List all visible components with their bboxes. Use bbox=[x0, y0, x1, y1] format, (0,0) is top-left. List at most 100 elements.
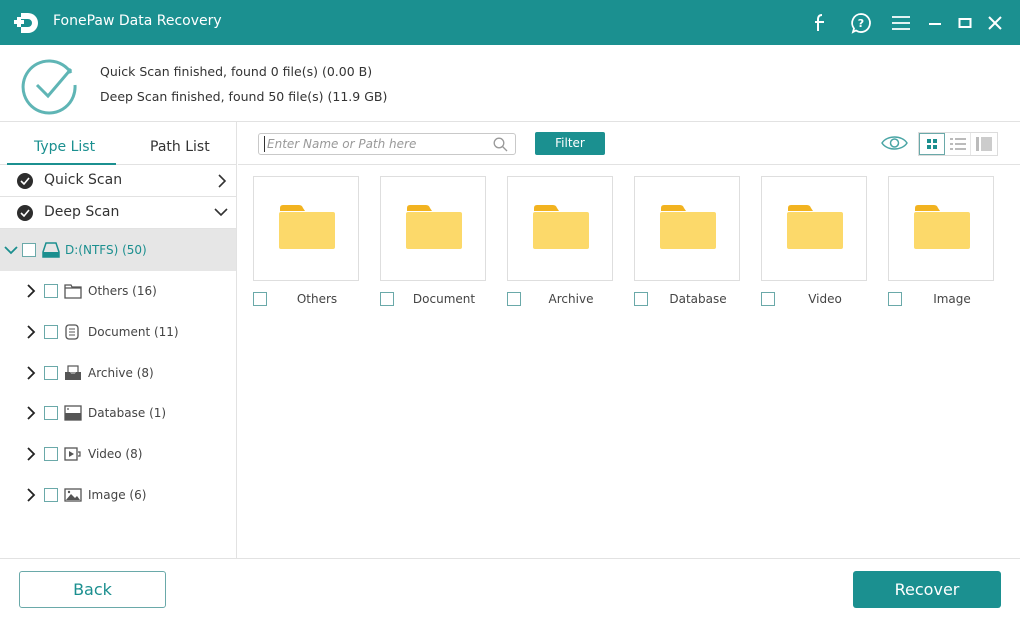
facebook-icon bbox=[815, 14, 824, 31]
svg-text:?: ? bbox=[858, 17, 864, 30]
search-icon[interactable] bbox=[493, 137, 508, 152]
minimize-button[interactable] bbox=[920, 8, 950, 38]
folder-thumbnail[interactable] bbox=[380, 176, 486, 281]
chevron-right-icon[interactable] bbox=[216, 174, 228, 188]
menu-button[interactable] bbox=[886, 8, 916, 38]
search-box[interactable] bbox=[258, 133, 516, 155]
tree-checkbox[interactable] bbox=[44, 406, 58, 421]
folder-thumbnail[interactable] bbox=[761, 176, 867, 281]
list-view-button[interactable] bbox=[945, 133, 972, 155]
chevron-down-icon[interactable] bbox=[4, 245, 18, 255]
detail-view-icon bbox=[976, 137, 992, 151]
minimize-icon bbox=[929, 23, 941, 25]
grid-item-label: Video bbox=[808, 292, 842, 306]
tree-checkbox[interactable] bbox=[44, 284, 58, 298]
main-toolbar: Filter bbox=[238, 122, 1020, 165]
facebook-button[interactable] bbox=[805, 8, 835, 38]
chevron-right-icon[interactable] bbox=[26, 406, 36, 421]
folder-icon bbox=[64, 284, 82, 299]
quick-scan-status: Quick Scan finished, found 0 file(s) (0.… bbox=[100, 64, 373, 79]
footer: Back Recover bbox=[0, 558, 1020, 617]
tab-path-list[interactable]: Path List bbox=[150, 139, 210, 155]
tree-item-label: Database (1) bbox=[88, 406, 167, 421]
document-icon bbox=[65, 324, 79, 340]
tree-item-document[interactable]: Document (11) bbox=[0, 312, 236, 353]
folder-icon bbox=[533, 205, 589, 249]
recover-button[interactable]: Recover bbox=[853, 571, 1001, 608]
folder-icon bbox=[914, 205, 970, 249]
maximize-icon bbox=[958, 18, 972, 28]
grid-item-label: Archive bbox=[548, 292, 594, 306]
deep-scan-row[interactable]: Deep Scan bbox=[0, 197, 236, 229]
grid-item-label: Others bbox=[296, 292, 338, 306]
tree-item-others[interactable]: Others (16) bbox=[0, 271, 236, 312]
grid-item-label: Database bbox=[669, 292, 727, 306]
tree-item-label: Archive (8) bbox=[88, 365, 154, 380]
hard-drive-icon bbox=[42, 242, 60, 258]
folder-icon bbox=[279, 205, 335, 249]
grid-view-icon bbox=[927, 139, 937, 149]
chevron-right-icon[interactable] bbox=[26, 488, 36, 502]
folder-icon bbox=[787, 205, 843, 249]
database-icon bbox=[64, 405, 82, 422]
folder-thumbnail[interactable] bbox=[507, 176, 613, 281]
tree-checkbox[interactable] bbox=[44, 365, 58, 380]
detail-view-button[interactable] bbox=[971, 133, 997, 155]
app-logo-icon bbox=[14, 13, 38, 33]
search-input[interactable] bbox=[264, 136, 484, 152]
menu-icon bbox=[892, 16, 910, 30]
grid-view-button[interactable] bbox=[919, 133, 946, 155]
back-button[interactable]: Back bbox=[19, 571, 166, 608]
tree-item-video[interactable]: Video (8) bbox=[0, 434, 236, 475]
category-tree: Others (16) Document (11) Archive (8) Da… bbox=[0, 271, 236, 516]
list-view-icon bbox=[949, 138, 966, 150]
drive-row[interactable]: D:(NTFS) (50) bbox=[0, 229, 236, 271]
sidebar: Type List Path List Quick Scan Deep Scan… bbox=[0, 122, 237, 558]
filter-button[interactable]: Filter bbox=[535, 132, 605, 155]
chevron-right-icon[interactable] bbox=[26, 365, 36, 380]
tree-checkbox[interactable] bbox=[44, 487, 58, 502]
chevron-right-icon[interactable] bbox=[26, 284, 36, 298]
chevron-right-icon[interactable] bbox=[26, 325, 36, 339]
close-icon bbox=[988, 16, 1002, 30]
chevron-right-icon[interactable] bbox=[26, 447, 36, 461]
folder-thumbnail[interactable] bbox=[634, 176, 740, 281]
tab-type-list[interactable]: Type List bbox=[34, 139, 95, 155]
video-icon bbox=[64, 447, 81, 461]
scan-summary: Quick Scan finished, found 0 file(s) (0.… bbox=[0, 45, 1020, 122]
image-icon bbox=[64, 488, 82, 502]
help-icon: ? bbox=[851, 13, 871, 34]
archive-icon bbox=[65, 364, 81, 380]
close-button[interactable] bbox=[980, 8, 1010, 38]
view-mode-switch bbox=[918, 132, 998, 156]
folder-thumbnail[interactable] bbox=[253, 176, 359, 281]
grid-item-label: Image bbox=[933, 292, 971, 306]
tree-item-label: Video (8) bbox=[88, 447, 143, 462]
maximize-button[interactable] bbox=[950, 8, 980, 38]
scan-complete-check-icon bbox=[21, 59, 77, 115]
folder-icon bbox=[406, 205, 462, 249]
quick-scan-label: Quick Scan bbox=[44, 172, 123, 188]
tree-item-label: Image (6) bbox=[88, 487, 147, 502]
tree-item-archive[interactable]: Archive (8) bbox=[0, 353, 236, 394]
check-circle-icon bbox=[17, 205, 33, 221]
sidebar-tabs: Type List Path List bbox=[0, 122, 236, 165]
help-button[interactable]: ? bbox=[846, 8, 876, 38]
tree-checkbox[interactable] bbox=[44, 324, 58, 339]
folder-thumbnail[interactable] bbox=[888, 176, 994, 281]
tree-checkbox[interactable] bbox=[44, 447, 58, 462]
drive-checkbox[interactable] bbox=[22, 243, 36, 257]
tree-item-database[interactable]: Database (1) bbox=[0, 393, 236, 434]
chevron-down-icon[interactable] bbox=[214, 206, 228, 218]
preview-eye-icon[interactable] bbox=[881, 134, 908, 152]
title-bar: FonePaw Data Recovery ? bbox=[0, 0, 1020, 45]
tree-item-image[interactable]: Image (6) bbox=[0, 475, 236, 516]
folder-icon bbox=[660, 205, 716, 249]
check-circle-icon bbox=[17, 173, 33, 189]
deep-scan-label: Deep Scan bbox=[44, 204, 120, 220]
tree-item-label: Document (11) bbox=[88, 324, 179, 339]
quick-scan-row[interactable]: Quick Scan bbox=[0, 165, 236, 197]
tree-item-label: Others (16) bbox=[88, 284, 157, 298]
app-title: FonePaw Data Recovery bbox=[53, 13, 222, 29]
deep-scan-status: Deep Scan finished, found 50 file(s) (11… bbox=[100, 89, 388, 104]
